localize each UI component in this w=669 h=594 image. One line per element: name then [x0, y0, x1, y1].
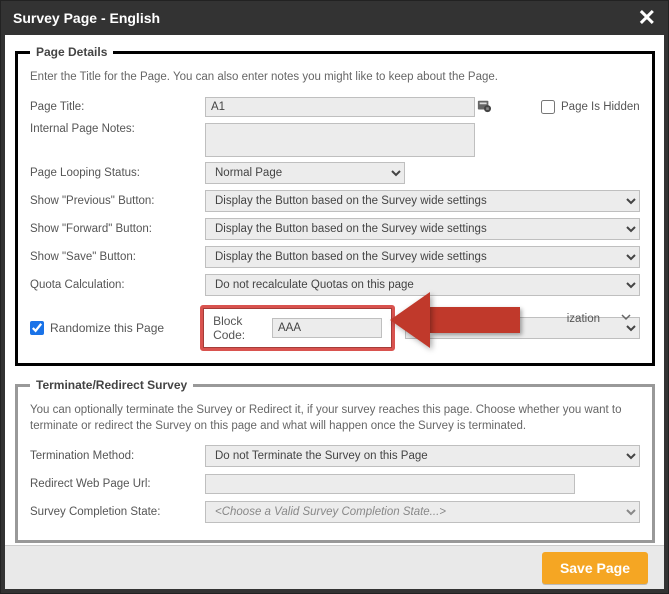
- page-details-description: Enter the Title for the Page. You can al…: [30, 69, 640, 85]
- randomize-page-label: Randomize this Page: [50, 321, 164, 335]
- block-code-label: Block Code:: [213, 314, 262, 342]
- randomize-page-checkbox[interactable]: [30, 321, 44, 335]
- terminate-description: You can optionally terminate the Survey …: [30, 402, 640, 434]
- show-save-select[interactable]: Display the Button based on the Survey w…: [205, 246, 640, 268]
- dialog-footer: Save Page: [5, 545, 664, 589]
- show-forward-select[interactable]: Display the Button based on the Survey w…: [205, 218, 640, 240]
- show-save-label: Show "Save" Button:: [30, 251, 205, 263]
- page-is-hidden-checkbox[interactable]: [541, 100, 555, 114]
- show-forward-label: Show "Forward" Button:: [30, 223, 205, 235]
- internal-notes-input[interactable]: [205, 123, 475, 157]
- save-page-button[interactable]: Save Page: [542, 552, 648, 584]
- block-code-input[interactable]: [272, 318, 382, 338]
- redirect-url-input[interactable]: [205, 474, 575, 494]
- looping-status-label: Page Looping Status:: [30, 167, 205, 179]
- chevron-down-icon[interactable]: [620, 311, 632, 326]
- page-title-label: Page Title:: [30, 101, 205, 113]
- translate-lock-icon[interactable]: [477, 99, 491, 116]
- block-code-group: Block Code:: [200, 305, 395, 351]
- page-details-legend: Page Details: [30, 45, 113, 59]
- quota-calc-select[interactable]: Do not recalculate Quotas on this page: [205, 274, 640, 296]
- show-previous-label: Show "Previous" Button:: [30, 195, 205, 207]
- page-is-hidden-label: Page Is Hidden: [561, 101, 640, 113]
- window-title: Survey Page - English: [13, 10, 160, 26]
- termination-method-select[interactable]: Do not Terminate the Survey on this Page: [205, 445, 640, 467]
- quota-calc-label: Quota Calculation:: [30, 279, 205, 291]
- dialog-window: Survey Page - English ✕ Page Details Ent…: [0, 0, 669, 594]
- randomize-mode-select[interactable]: Do: [405, 317, 640, 339]
- redirect-url-label: Redirect Web Page Url:: [30, 478, 205, 490]
- page-title-input[interactable]: [205, 97, 475, 117]
- titlebar: Survey Page - English ✕: [1, 1, 668, 35]
- close-icon[interactable]: ✕: [638, 5, 656, 31]
- looping-status-select[interactable]: Normal Page: [205, 162, 405, 184]
- dialog-content: Page Details Enter the Title for the Pag…: [5, 35, 664, 589]
- internal-notes-label: Internal Page Notes:: [30, 123, 205, 135]
- page-details-group: Page Details Enter the Title for the Pag…: [15, 45, 655, 366]
- terminate-legend: Terminate/Redirect Survey: [30, 378, 193, 392]
- terminate-redirect-group: Terminate/Redirect Survey You can option…: [15, 378, 655, 543]
- completion-state-select[interactable]: <Choose a Valid Survey Completion State.…: [205, 501, 640, 523]
- termination-method-label: Termination Method:: [30, 450, 205, 462]
- randomize-mode-suffix: ization: [567, 313, 600, 325]
- completion-state-label: Survey Completion State:: [30, 506, 205, 518]
- show-previous-select[interactable]: Display the Button based on the Survey w…: [205, 190, 640, 212]
